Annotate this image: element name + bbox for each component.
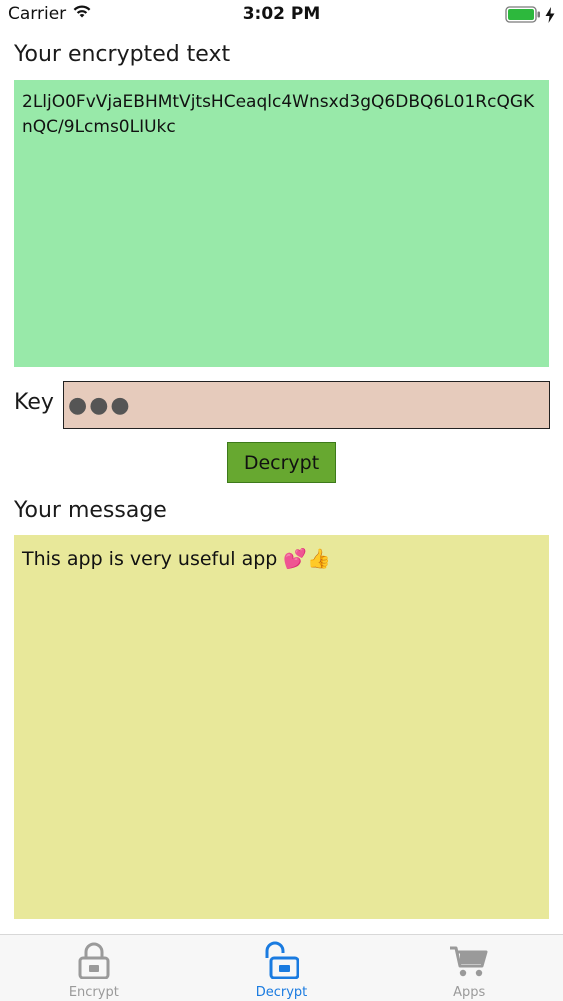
charging-bolt-icon <box>545 6 555 27</box>
decrypt-button[interactable]: Decrypt <box>227 442 336 483</box>
tab-bar: Encrypt Decrypt Apps <box>0 934 563 1001</box>
message-label: Your message <box>14 498 167 523</box>
encrypted-text-label: Your encrypted text <box>14 42 231 67</box>
status-bar: Carrier 3:02 PM <box>0 0 563 30</box>
status-right <box>505 6 555 27</box>
lock-open-icon <box>265 941 299 983</box>
tab-apps-label: Apps <box>453 985 486 1000</box>
key-input[interactable]: ●●● <box>63 381 550 429</box>
battery-icon <box>505 6 541 27</box>
tab-decrypt-label: Decrypt <box>255 985 308 1000</box>
lock-closed-icon <box>77 941 111 983</box>
tab-encrypt-label: Encrypt <box>68 985 119 1000</box>
status-time: 3:02 PM <box>242 4 321 24</box>
encrypted-text-area[interactable]: 2LljO0FvVjaEBHMtVjtsHCeaqlc4Wnsxd3gQ6DBQ… <box>14 80 549 367</box>
message-text-area[interactable]: This app is very useful app 💕👍 <box>14 535 549 919</box>
tab-encrypt[interactable]: Encrypt <box>0 935 188 1001</box>
tab-decrypt[interactable]: Decrypt <box>188 935 376 1001</box>
key-label: Key <box>14 390 54 415</box>
cart-icon <box>449 941 489 983</box>
tab-apps[interactable]: Apps <box>375 935 563 1001</box>
